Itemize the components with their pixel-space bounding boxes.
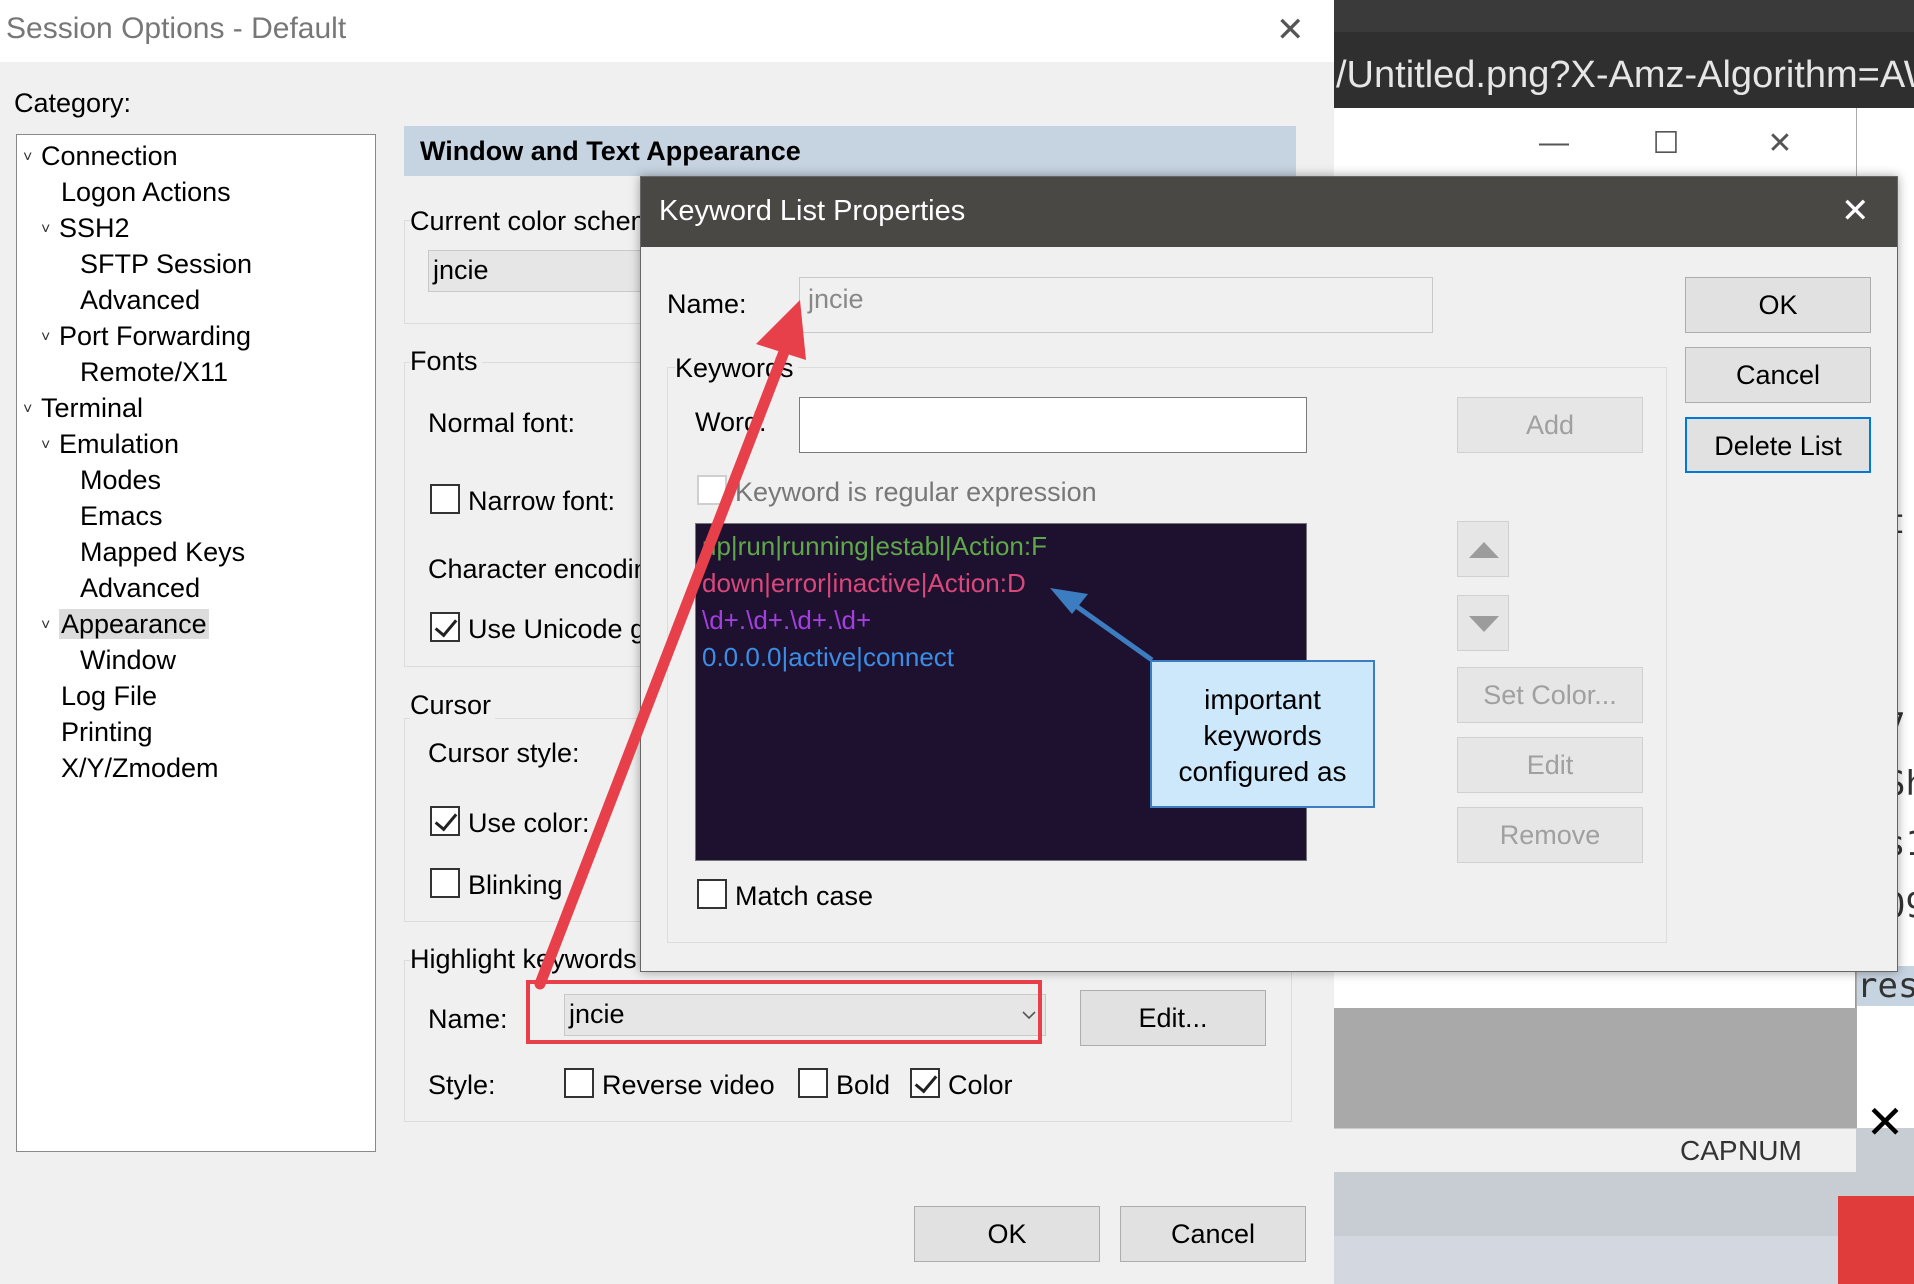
blue-arrow — [1050, 588, 1154, 663]
red-arrow — [534, 300, 806, 990]
annotation-overlay — [534, 300, 1154, 990]
